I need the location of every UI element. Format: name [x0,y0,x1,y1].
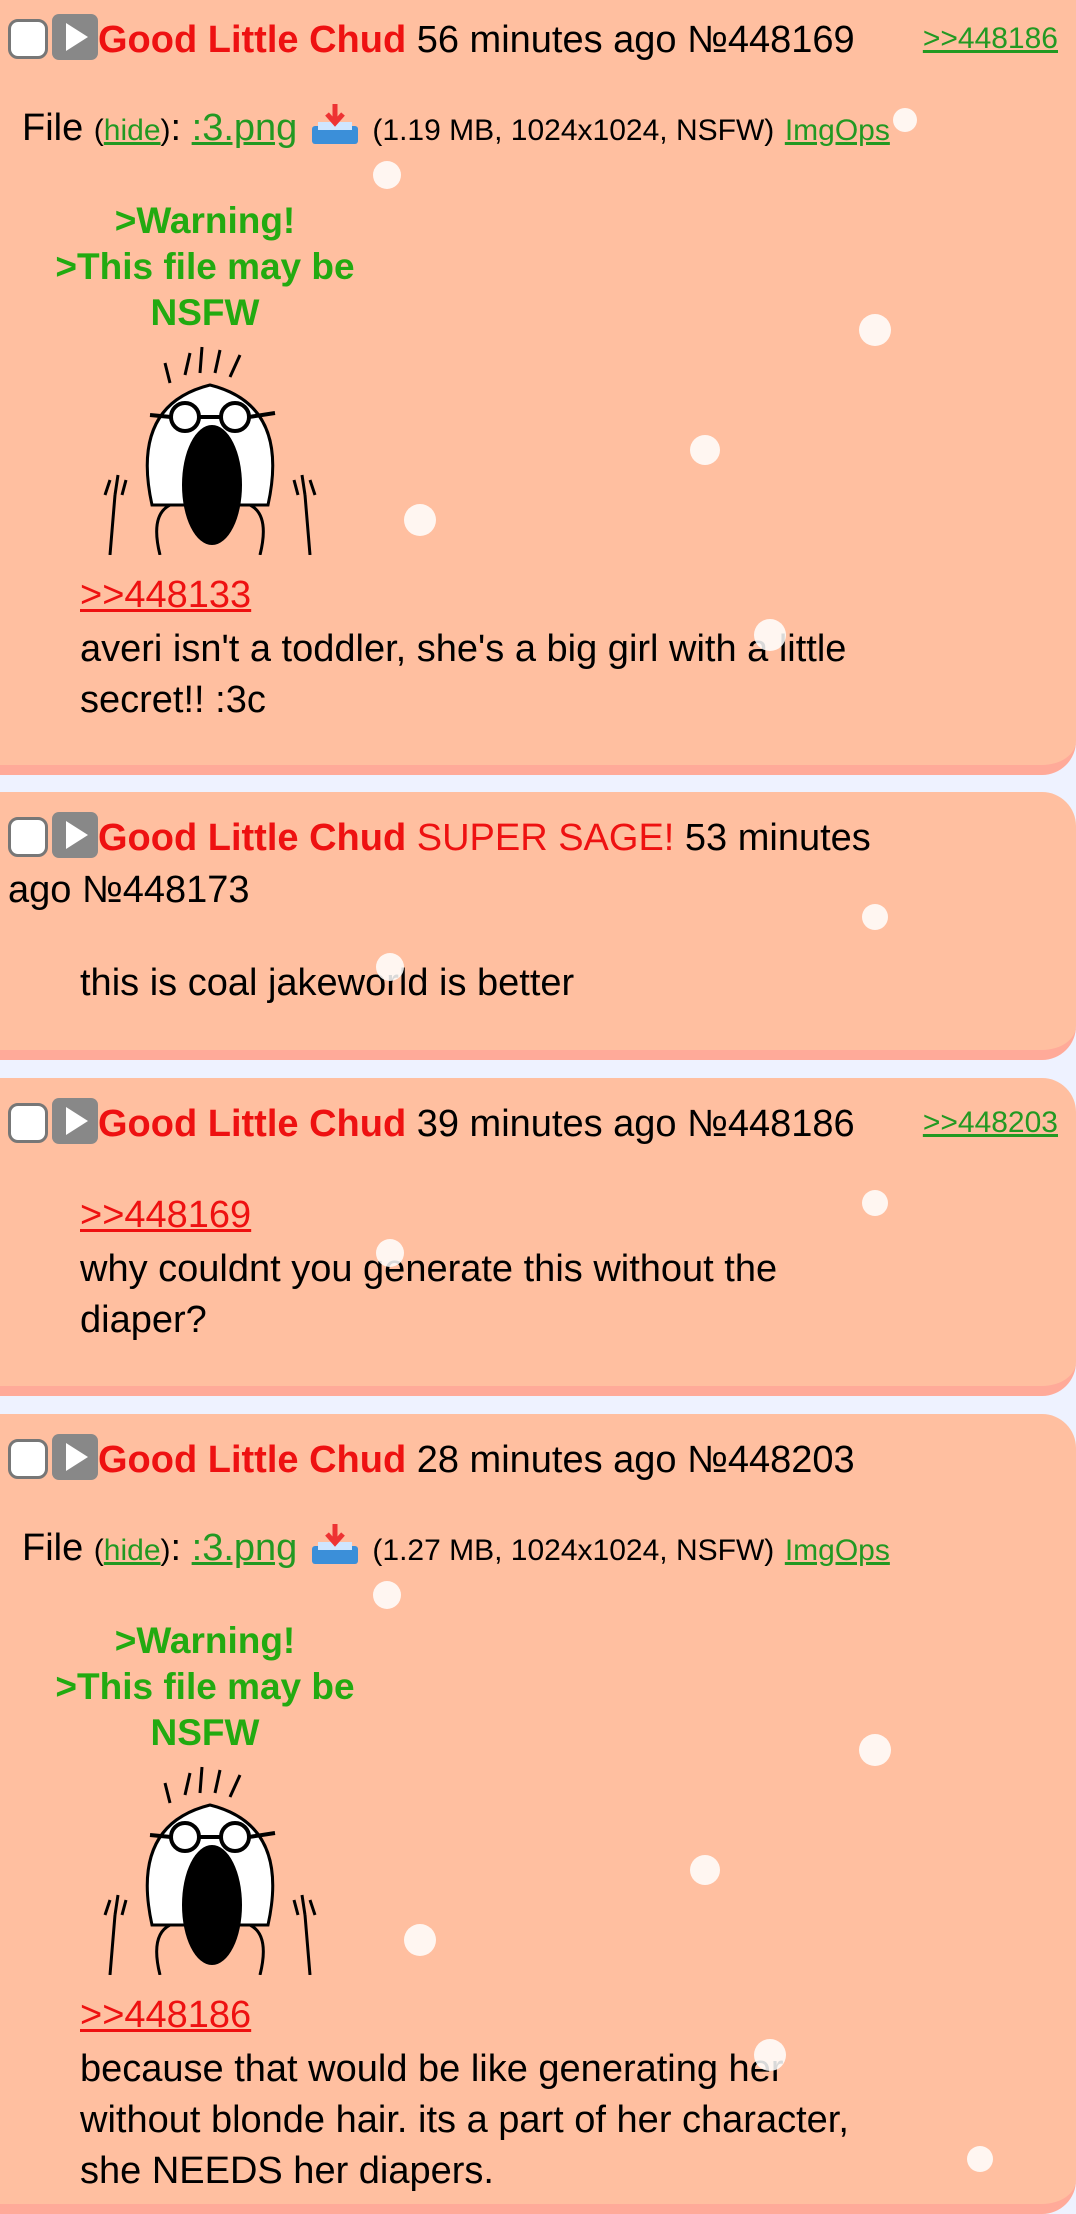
message-line: secret!! :3c [80,679,266,721]
quote-link[interactable]: >>448186 [80,1994,251,2037]
post-time: 53 minutes [684,817,871,859]
snowflake-icon [404,1924,436,1956]
snowflake-icon [967,2146,993,2172]
nsfw-warning: >Warning! >This file may be NSFW [30,198,380,336]
poster-name: Good Little Chud [98,1103,407,1145]
quote-link[interactable]: >>448169 [80,1194,251,1237]
warning-line: >This file may be [55,1666,355,1707]
file-info: File (hide): :3.png (1.27 MB, 1024x1024,… [22,1524,890,1570]
snowflake-icon [373,1581,401,1609]
poster-name: Good Little Chud [98,1439,407,1481]
backlink[interactable]: >>448203 [923,1106,1058,1140]
message-line: why couldnt you generate this without th… [80,1248,778,1290]
download-icon[interactable] [308,104,362,148]
post-header: Good Little Chud 39 minutes ago №448186 [8,1098,855,1146]
filename-link[interactable]: :3.png [192,1527,298,1569]
poster-name: Good Little Chud [98,19,407,61]
soyjak-thumbnail[interactable] [90,345,330,555]
checkbox-icon[interactable] [8,817,48,857]
snowflake-icon [862,1190,888,1216]
warning-line: >This file may be [55,246,355,287]
post-header: Good Little Chud 56 minutes ago №448169 [8,14,855,62]
post-number[interactable]: №448169 [687,19,855,61]
quote-link[interactable]: >>448133 [80,574,251,617]
post-448169: Good Little Chud 56 minutes ago №448169 … [0,0,1076,775]
snowflake-icon [859,314,891,346]
post-header: Good Little Chud SUPER SAGE! 53 minutes [8,812,871,860]
play-icon[interactable] [52,1098,98,1144]
post-message: because that would be like generating he… [80,2044,940,2197]
message-line: this is coal jakeworld is better [80,962,575,1004]
message-line: diaper? [80,1299,207,1341]
post-header-wrap: ago №448173 [8,868,250,912]
imgops-link[interactable]: ImgOps [785,1534,890,1567]
play-icon[interactable] [52,14,98,60]
message-line: without blonde hair. its a part of her c… [80,2099,849,2141]
file-info: File (hide): :3.png (1.19 MB, 1024x1024,… [22,104,890,150]
file-label: File [22,107,84,149]
post-time: 39 minutes ago [416,1103,677,1145]
message-line: averi isn't a toddler, she's a big girl … [80,628,847,670]
play-icon[interactable] [52,812,98,858]
post-message: averi isn't a toddler, she's a big girl … [80,624,940,726]
checkbox-icon[interactable] [8,19,48,59]
checkbox-icon[interactable] [8,1103,48,1143]
post-time-cont: ago [8,869,72,911]
post-448173: Good Little Chud SUPER SAGE! 53 minutes … [0,792,1076,1060]
post-message: why couldnt you generate this without th… [80,1244,940,1346]
snowflake-icon [690,435,720,465]
sage-label: SUPER SAGE! [416,817,675,859]
imgops-link[interactable]: ImgOps [785,114,890,147]
file-meta: (1.27 MB, 1024x1024, NSFW) [372,1534,775,1567]
post-header: Good Little Chud 28 minutes ago №448203 [8,1434,855,1482]
warning-line: NSFW [150,292,260,333]
warning-line: >Warning! [114,1620,296,1661]
download-icon[interactable] [308,1524,362,1568]
file-meta: (1.19 MB, 1024x1024, NSFW) [372,114,775,147]
checkbox-icon[interactable] [8,1439,48,1479]
play-icon[interactable] [52,1434,98,1480]
post-message: this is coal jakeworld is better [80,958,940,1009]
message-line: because that would be like generating he… [80,2048,784,2090]
snowflake-icon [690,1855,720,1885]
hide-link[interactable]: hide [104,1534,161,1567]
warning-line: >Warning! [114,200,296,241]
warning-line: NSFW [150,1712,260,1753]
post-time: 28 minutes ago [416,1439,677,1481]
poster-name: Good Little Chud [98,817,407,859]
file-label: File [22,1527,84,1569]
nsfw-warning: >Warning! >This file may be NSFW [30,1618,380,1756]
snowflake-icon [373,161,401,189]
snowflake-icon [859,1734,891,1766]
snowflake-icon [862,904,888,930]
post-time: 56 minutes ago [416,19,677,61]
post-448203: Good Little Chud 28 minutes ago №448203 … [0,1414,1076,2214]
post-number[interactable]: №448186 [687,1103,855,1145]
backlink[interactable]: >>448186 [923,22,1058,56]
message-line: she NEEDS her diapers. [80,2150,494,2192]
filename-link[interactable]: :3.png [192,107,298,149]
post-number[interactable]: №448173 [82,869,250,911]
post-number[interactable]: №448203 [687,1439,855,1481]
hide-link[interactable]: hide [104,114,161,147]
soyjak-thumbnail[interactable] [90,1765,330,1975]
post-448186: Good Little Chud 39 minutes ago №448186 … [0,1078,1076,1396]
snowflake-icon [404,504,436,536]
